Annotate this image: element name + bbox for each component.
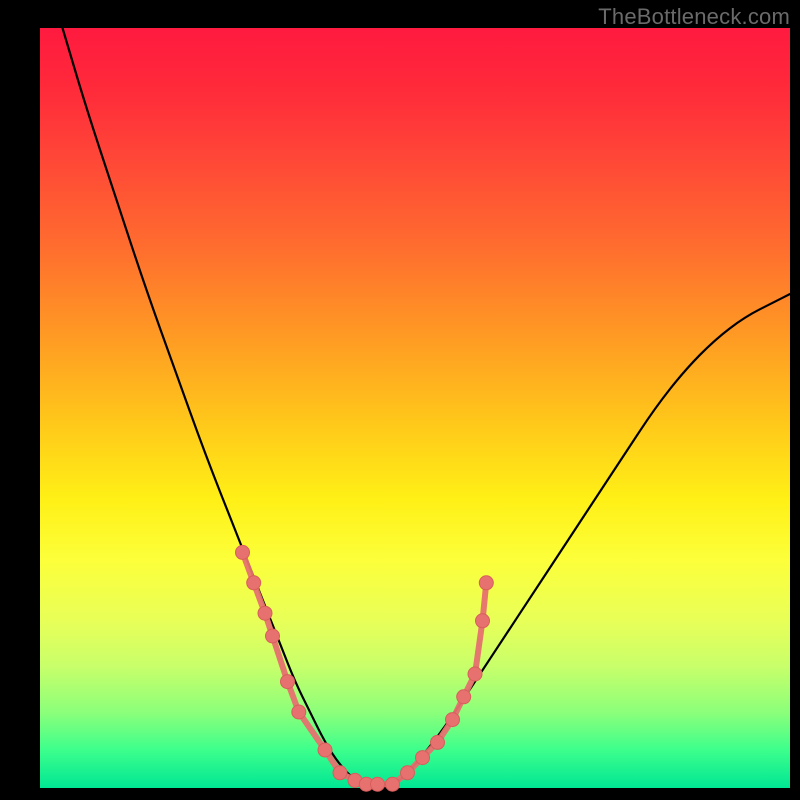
marker-dot xyxy=(266,629,280,643)
marker-layer xyxy=(236,545,494,791)
marker-dot xyxy=(479,576,493,590)
marker-dot xyxy=(386,777,400,791)
outer-frame: TheBottleneck.com xyxy=(0,0,800,800)
marker-dot xyxy=(446,713,460,727)
marker-dot xyxy=(236,545,250,559)
marker-dot xyxy=(318,743,332,757)
marker-dot xyxy=(247,576,261,590)
marker-dot xyxy=(457,690,471,704)
curve-layer xyxy=(63,28,791,788)
bottleneck-curve xyxy=(63,28,791,788)
chart-svg xyxy=(40,28,790,788)
marker-dot xyxy=(476,614,490,628)
marker-dot xyxy=(281,675,295,689)
marker-dot xyxy=(468,667,482,681)
marker-dot xyxy=(258,606,272,620)
plot-area xyxy=(40,28,790,788)
marker-dot xyxy=(401,766,415,780)
marker-dot xyxy=(431,735,445,749)
marker-dot xyxy=(333,766,347,780)
marker-connector xyxy=(243,552,487,784)
marker-dot xyxy=(416,751,430,765)
watermark-text: TheBottleneck.com xyxy=(598,4,790,30)
marker-dot xyxy=(292,705,306,719)
marker-dot xyxy=(371,777,385,791)
